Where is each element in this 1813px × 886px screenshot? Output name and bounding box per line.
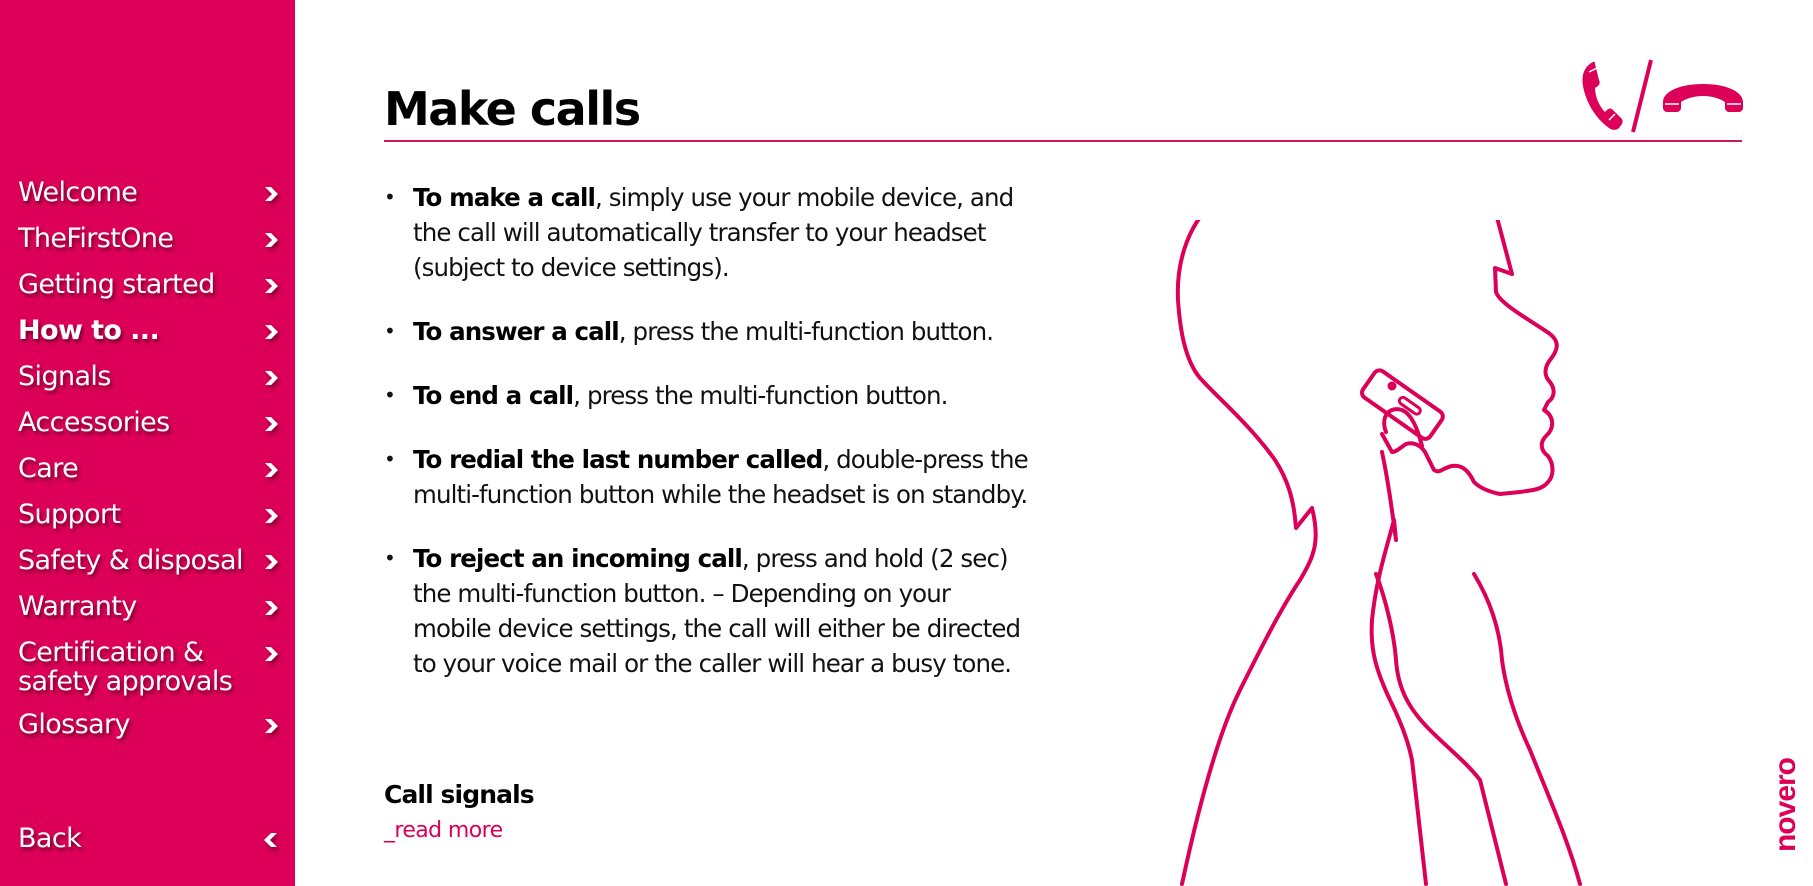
sidebar-item-warranty[interactable]: Warranty — [18, 592, 280, 622]
list-item-bold: To redial the last number called — [413, 445, 823, 474]
sidebar-item-welcome[interactable]: Welcome — [18, 178, 280, 208]
page-title: Make calls — [384, 82, 641, 136]
sidebar-item-label: Signals — [18, 361, 111, 392]
chevron-right-icon — [265, 187, 278, 201]
sidebar-item-thefirstone[interactable]: TheFirstOne — [18, 224, 280, 254]
chevron-right-icon — [265, 463, 278, 477]
chevron-right-icon — [265, 509, 278, 523]
sidebar-item-label: Certification & safety approvals — [18, 637, 233, 697]
chevron-right-icon — [265, 601, 278, 615]
brand-logo: novero — [1768, 745, 1804, 865]
shoulder-outline — [1472, 572, 1582, 886]
chevron-left-icon — [264, 833, 277, 847]
call-icons — [1582, 59, 1743, 133]
chevron-right-icon — [265, 719, 278, 733]
person-using-headset-illustration — [1175, 220, 1582, 886]
list-item-bold: To reject an incoming call — [413, 544, 743, 573]
list-item-bold: To answer a call — [413, 317, 620, 346]
title-divider — [384, 140, 1742, 142]
back-label: Back — [18, 823, 82, 854]
chevron-right-icon — [265, 417, 278, 431]
headset-device — [1360, 368, 1445, 441]
instructions-list: To make a call, simply use your mobile d… — [384, 180, 1034, 710]
sidebar-item-label: Warranty — [18, 591, 137, 622]
chevron-right-icon — [265, 555, 278, 569]
sidebar-item-care[interactable]: Care — [18, 454, 280, 484]
list-item-text: , press the multi-function button. — [573, 381, 948, 410]
chevron-right-icon — [265, 279, 278, 293]
sidebar-item-safety-disposal[interactable]: Safety & disposal — [18, 546, 280, 576]
sidebar-item-label: Glossary — [18, 709, 131, 740]
sidebar-item-label: TheFirstOne — [18, 223, 174, 254]
list-item: To redial the last number called, double… — [384, 442, 1034, 512]
phone-pickup-icon — [1582, 61, 1623, 130]
list-item-text: , press the multi-function button. — [618, 317, 994, 346]
sidebar-item-label: How to ... — [18, 315, 160, 346]
arm-outline — [1374, 572, 1508, 886]
head-outline — [1175, 220, 1559, 886]
chevron-right-icon — [265, 325, 278, 339]
sidebar-item-getting-started[interactable]: Getting started — [18, 270, 280, 300]
read-more-link[interactable]: _read more — [384, 818, 503, 843]
list-item: To end a call, press the multi-function … — [384, 378, 1034, 413]
sidebar-item-label: Getting started — [18, 269, 215, 300]
sidebar-item-support[interactable]: Support — [18, 500, 280, 530]
chevron-right-icon — [265, 647, 278, 661]
call-signals-heading: Call signals — [384, 780, 535, 809]
list-item: To answer a call, press the multi-functi… — [384, 314, 1034, 349]
slash-divider — [1631, 59, 1653, 133]
sidebar-item-signals[interactable]: Signals — [18, 362, 280, 392]
list-item-bold: To end a call — [413, 381, 574, 410]
sidebar: Welcome TheFirstOne Getting started How … — [0, 0, 295, 886]
sidebar-nav: Welcome TheFirstOne Getting started How … — [18, 178, 280, 756]
chevron-right-icon — [265, 233, 278, 247]
back-button[interactable]: Back — [18, 824, 280, 854]
phone-hangup-icon — [1663, 84, 1743, 112]
sidebar-item-label: Care — [18, 453, 79, 484]
list-item: To make a call, simply use your mobile d… — [384, 180, 1034, 285]
brand-name: novero — [1769, 757, 1802, 853]
sidebar-item-how-to[interactable]: How to ... — [18, 316, 280, 346]
sidebar-item-label: Support — [18, 499, 121, 530]
list-item-bold: To make a call — [413, 183, 596, 212]
sidebar-item-accessories[interactable]: Accessories — [18, 408, 280, 438]
sidebar-item-certification[interactable]: Certification & safety approvals — [18, 638, 280, 696]
sidebar-item-glossary[interactable]: Glossary — [18, 710, 280, 740]
sidebar-item-label: Accessories — [18, 407, 170, 438]
sidebar-item-label: Safety & disposal — [18, 545, 243, 576]
chevron-right-icon — [265, 371, 278, 385]
sidebar-item-label: Welcome — [18, 177, 138, 208]
list-item: To reject an incoming call, press and ho… — [384, 541, 1034, 681]
